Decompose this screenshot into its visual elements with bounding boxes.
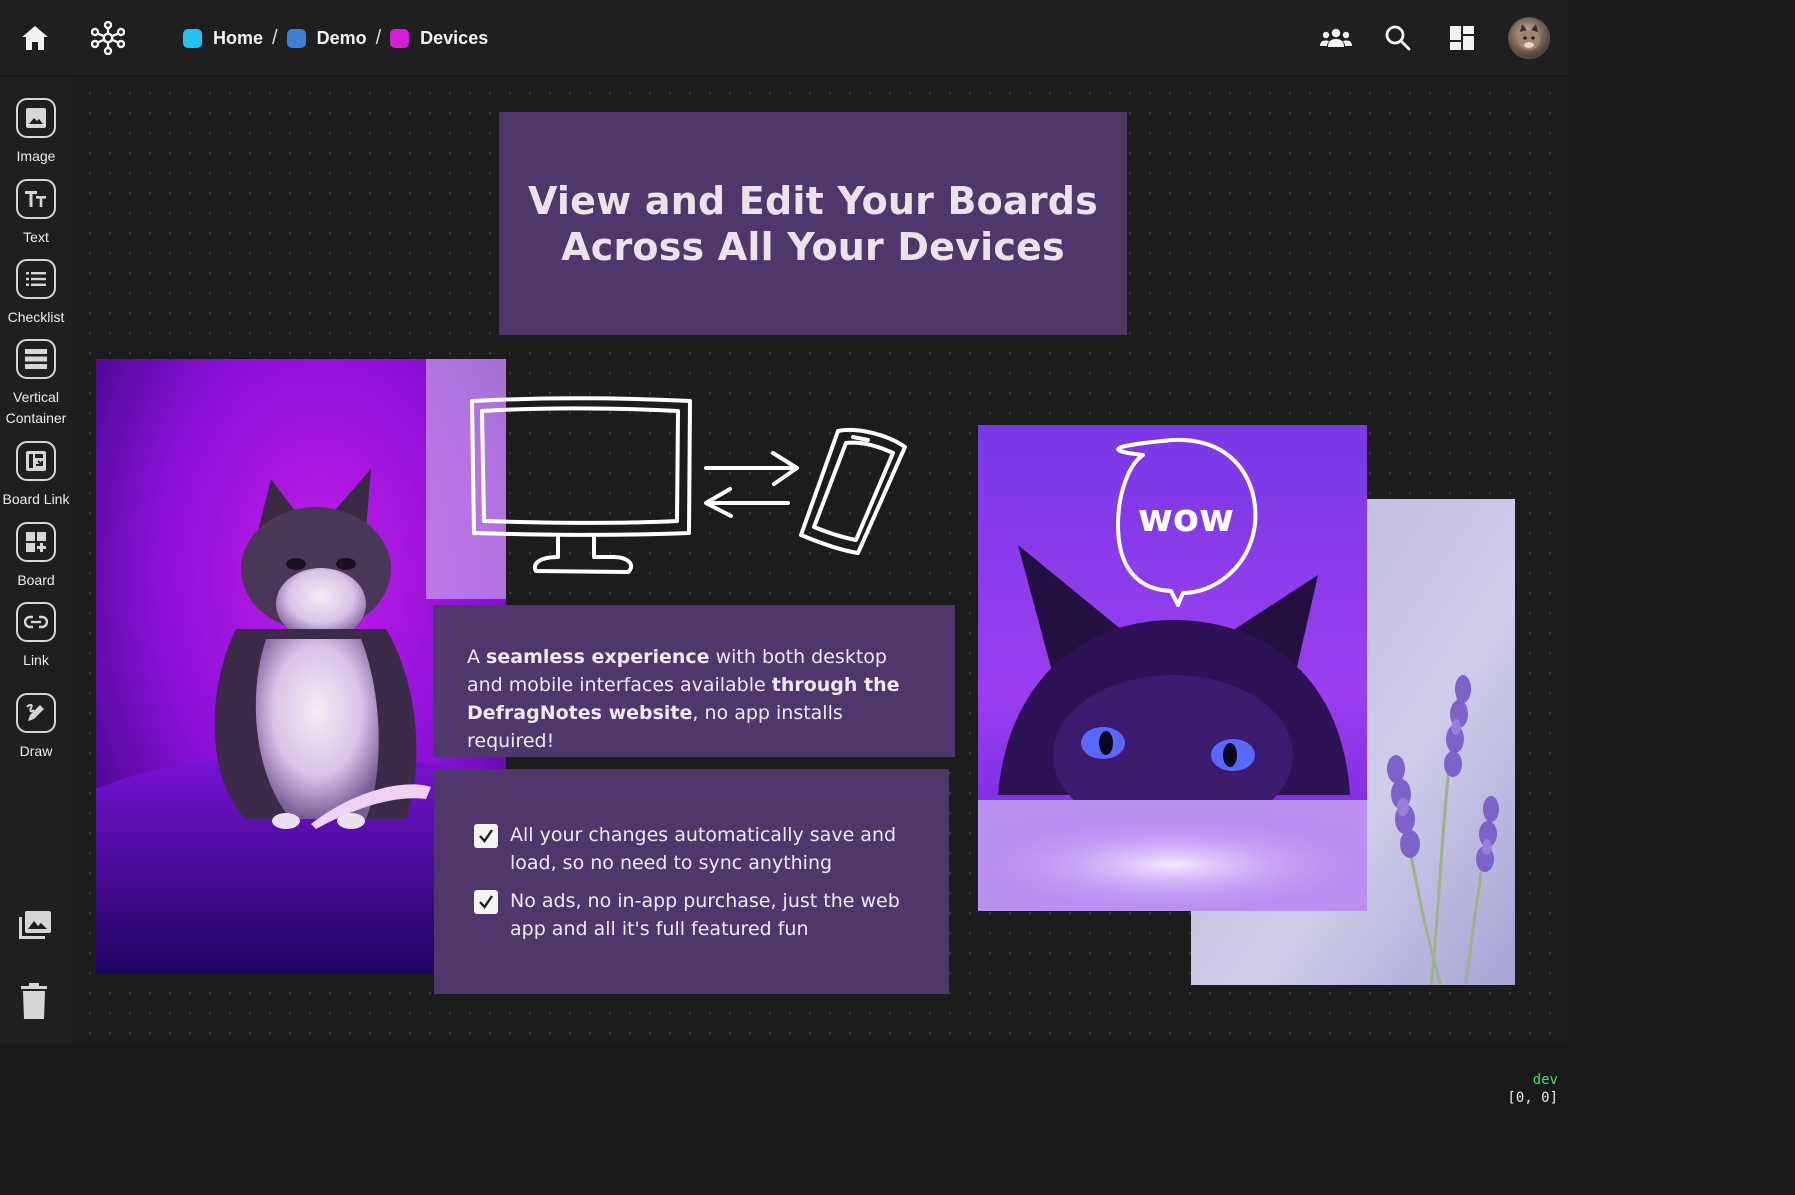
checklist-item: No ads, no in-app purchase, just the web… bbox=[474, 887, 929, 943]
gallery-icon[interactable] bbox=[17, 909, 55, 943]
trash-icon[interactable] bbox=[20, 983, 50, 1021]
tool-image[interactable]: Image bbox=[0, 98, 72, 167]
dashboard-icon[interactable] bbox=[1444, 18, 1480, 58]
description-card[interactable]: A seamless experience with both desktop … bbox=[433, 605, 955, 757]
cat-wow-photo[interactable]: wow bbox=[978, 425, 1367, 911]
dev-status: dev [0, 0] bbox=[1507, 1071, 1558, 1107]
board-color-dot bbox=[286, 28, 306, 48]
tool-label: Board bbox=[17, 572, 55, 588]
devices-sketch[interactable] bbox=[468, 395, 908, 577]
check-icon bbox=[479, 895, 493, 909]
board-canvas[interactable]: View and Edit Your Boards Across All You… bbox=[72, 77, 1568, 1106]
hub-icon[interactable] bbox=[90, 18, 126, 58]
checklist-item: All your changes automatically save and … bbox=[474, 821, 929, 877]
tool-label: Checklist bbox=[7, 309, 65, 325]
checkbox-checked[interactable] bbox=[474, 824, 498, 848]
tool-text[interactable]: Text bbox=[0, 179, 72, 248]
text-icon bbox=[16, 179, 56, 219]
board-title-line: Across All Your Devices bbox=[561, 224, 1065, 269]
home-icon[interactable] bbox=[17, 18, 53, 58]
tool-label: Board Link bbox=[2, 491, 70, 507]
tool-label: Text bbox=[23, 229, 49, 245]
checklist-card[interactable]: All your changes automatically save and … bbox=[434, 769, 949, 994]
tool-vertical-container[interactable]: Vertical Container bbox=[0, 339, 72, 429]
bubble-text: wow bbox=[1138, 496, 1234, 540]
description-bold: seamless experience bbox=[486, 646, 710, 668]
board-color-dot bbox=[183, 28, 202, 48]
description-text: A seamless experience with both desktop … bbox=[467, 643, 921, 755]
breadcrumb-label: Home bbox=[213, 27, 264, 48]
breadcrumb-home[interactable]: Home bbox=[183, 28, 263, 49]
tool-board[interactable]: Board bbox=[0, 522, 72, 591]
vertical-container-icon bbox=[16, 339, 56, 379]
avatar[interactable] bbox=[1508, 17, 1550, 59]
tool-label: Link bbox=[23, 652, 49, 668]
checklist-icon bbox=[16, 259, 56, 299]
tool-label: Draw bbox=[19, 743, 53, 759]
draw-icon bbox=[16, 693, 56, 733]
checklist-item-text[interactable]: No ads, no in-app purchase, just the web… bbox=[510, 887, 929, 943]
sync-arrows-sketch bbox=[704, 451, 799, 518]
board-icon bbox=[16, 522, 56, 562]
checkbox-checked[interactable] bbox=[474, 890, 498, 914]
description-part: A bbox=[467, 646, 487, 668]
canvas-coords: [0, 0] bbox=[1507, 1090, 1558, 1106]
top-bar: Home / Demo / Devices bbox=[0, 0, 1568, 76]
tool-board-link[interactable]: Board Link bbox=[0, 441, 72, 510]
breadcrumb-label: Devices bbox=[420, 27, 489, 48]
tool-checklist[interactable]: Checklist bbox=[0, 259, 72, 328]
board-title: View and Edit Your Boards Across All You… bbox=[528, 178, 1098, 270]
tool-sidebar: Image Text Checklist Vertical Container … bbox=[0, 77, 72, 1044]
search-icon[interactable] bbox=[1380, 18, 1416, 58]
tool-draw[interactable]: Draw bbox=[0, 693, 72, 762]
board-link-icon bbox=[16, 441, 56, 481]
breadcrumb-label: Demo bbox=[316, 27, 367, 48]
env-label: dev bbox=[1532, 1072, 1558, 1088]
tool-label: Image bbox=[16, 148, 56, 164]
breadcrumb-devices[interactable]: Devices bbox=[390, 28, 488, 49]
breadcrumb-separator: / bbox=[272, 26, 278, 49]
breadcrumb-demo[interactable]: Demo bbox=[286, 27, 367, 49]
phone-sketch bbox=[799, 428, 907, 555]
breadcrumb-separator: / bbox=[375, 26, 382, 49]
tool-label: Vertical Container bbox=[5, 389, 67, 426]
breadcrumb: Home / Demo / Devices bbox=[183, 24, 488, 52]
monitor-sketch bbox=[470, 396, 692, 574]
title-card[interactable]: View and Edit Your Boards Across All You… bbox=[499, 112, 1127, 335]
board-title-line: View and Edit Your Boards bbox=[527, 178, 1098, 223]
people-icon[interactable] bbox=[1318, 18, 1354, 58]
link-icon bbox=[16, 602, 56, 642]
tool-link[interactable]: Link bbox=[0, 602, 72, 671]
checklist-item-text[interactable]: All your changes automatically save and … bbox=[510, 821, 929, 877]
board-color-dot bbox=[390, 28, 410, 48]
check-icon bbox=[479, 829, 493, 843]
image-icon bbox=[16, 98, 56, 138]
